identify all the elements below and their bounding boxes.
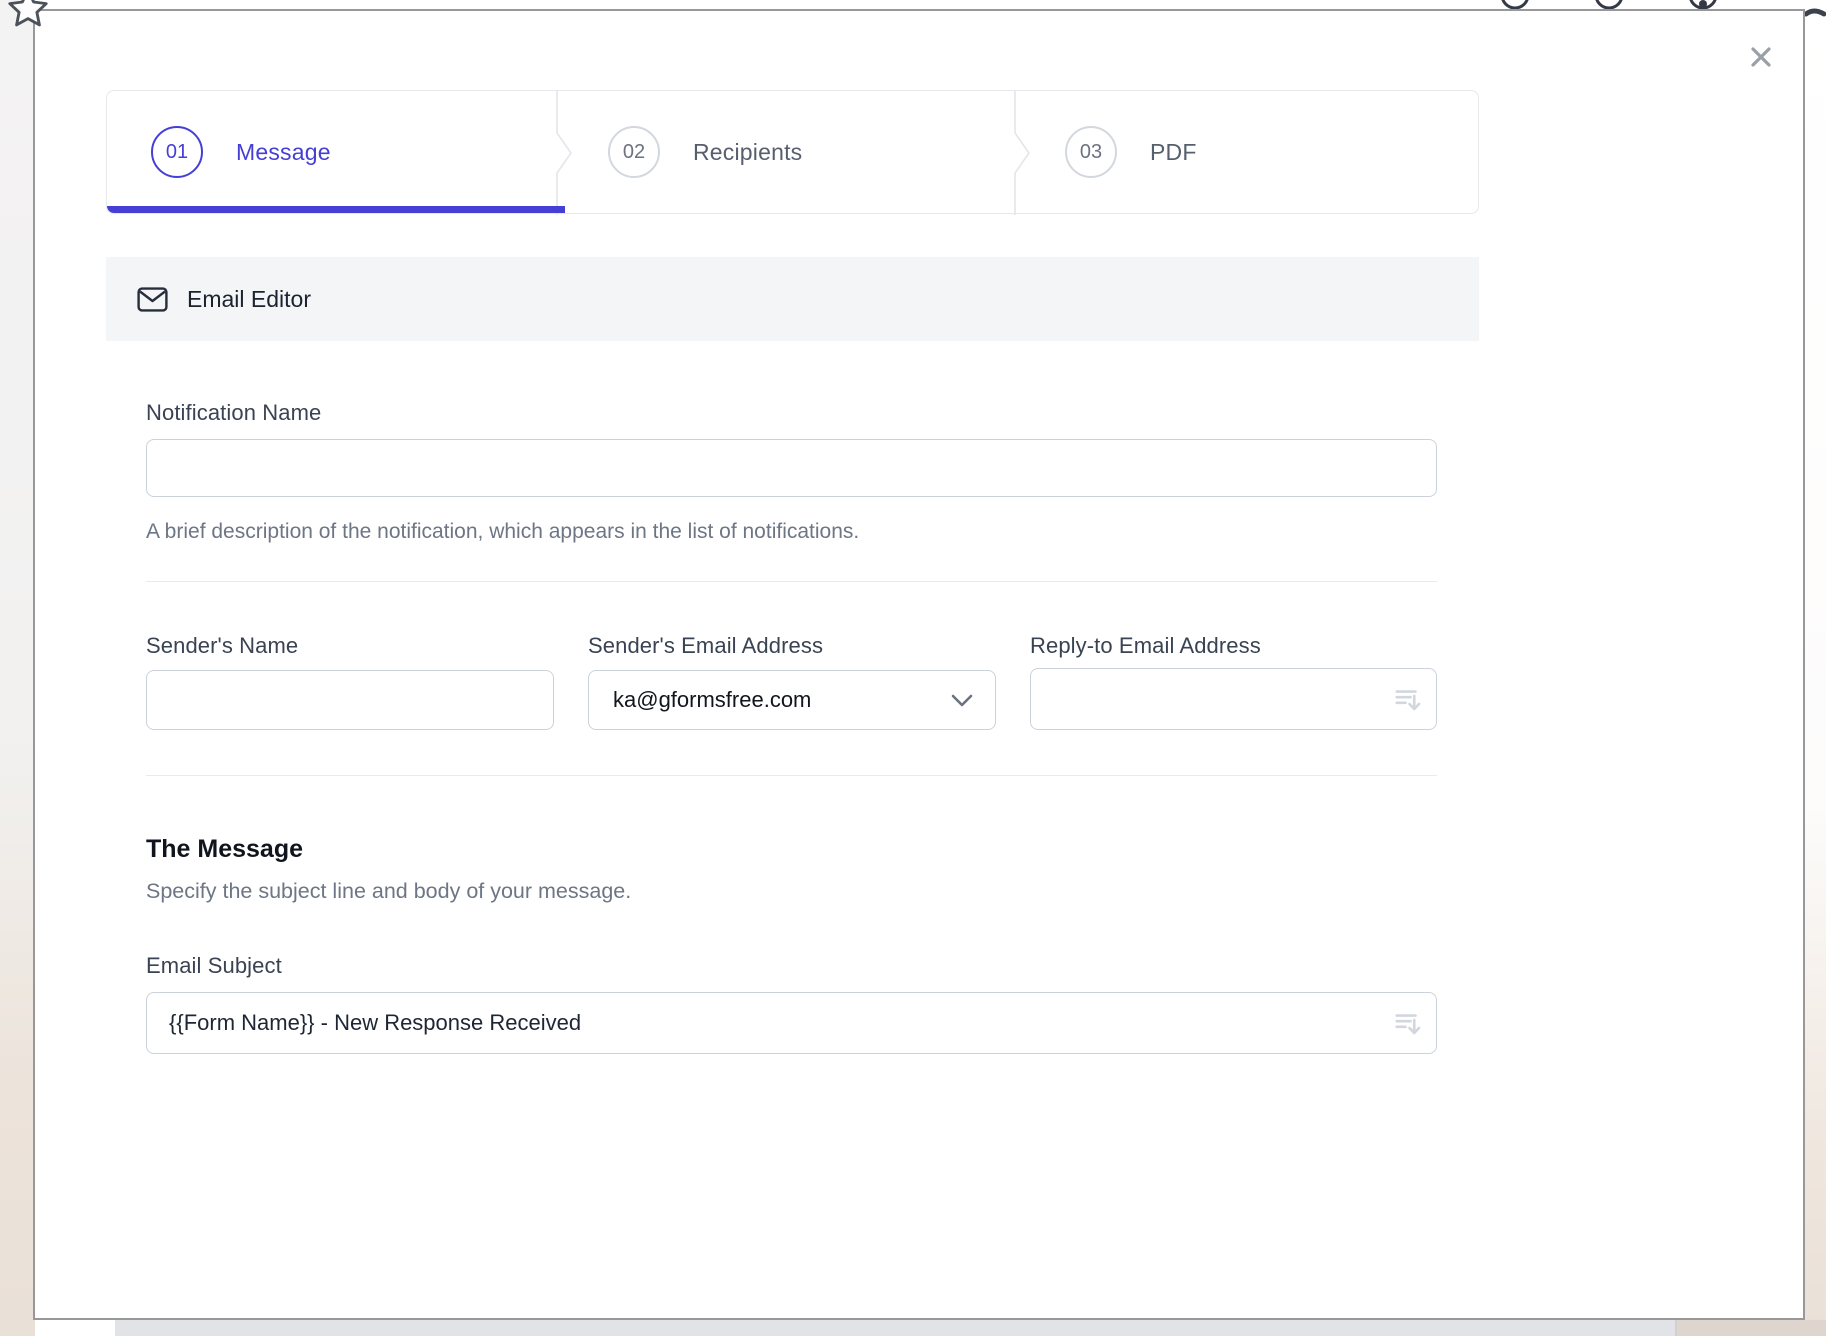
- close-button[interactable]: [1741, 37, 1781, 77]
- step-number-badge: 01: [151, 126, 203, 178]
- email-editor-header: Email Editor: [106, 257, 1479, 341]
- tab-message[interactable]: 01 Message: [107, 91, 564, 213]
- divider: [146, 581, 1437, 582]
- notification-name-hint: A brief description of the notification,…: [146, 520, 859, 544]
- email-notification-modal: 01 Message 02 Recipients 03 PDF: [33, 9, 1805, 1320]
- envelope-icon: [137, 287, 168, 312]
- step-number-badge: 03: [1065, 126, 1117, 178]
- step-label: PDF: [1150, 139, 1197, 166]
- sender-name-input[interactable]: [146, 670, 554, 730]
- message-section-title: The Message: [146, 835, 303, 864]
- message-section-subtitle: Specify the subject line and body of you…: [146, 879, 631, 904]
- tab-pdf[interactable]: 03 PDF: [1021, 91, 1478, 213]
- page-background-right: [1805, 0, 1826, 1336]
- sender-email-value: ka@gformsfree.com: [613, 687, 811, 713]
- notification-name-label: Notification Name: [146, 400, 321, 426]
- email-subject-input[interactable]: [146, 992, 1437, 1054]
- tab-separator-chevron: [1014, 91, 1032, 215]
- reply-to-label: Reply-to Email Address: [1030, 633, 1261, 659]
- tab-recipients[interactable]: 02 Recipients: [564, 91, 1021, 213]
- email-subject-field: [146, 992, 1437, 1054]
- step-label: Recipients: [693, 139, 802, 166]
- sender-email-select[interactable]: ka@gformsfree.com: [588, 670, 996, 730]
- sender-name-label: Sender's Name: [146, 633, 298, 659]
- screenshot-root: { "steps": [ { "number": "01", "label": …: [0, 0, 1826, 1336]
- page-background-left: [0, 0, 35, 1336]
- divider: [146, 775, 1437, 776]
- desktop-edge: [1675, 1320, 1826, 1336]
- reply-to-input[interactable]: [1030, 668, 1437, 730]
- tab-separator-chevron: [556, 91, 574, 215]
- chevron-down-icon: [951, 694, 973, 707]
- reply-to-field: [1030, 668, 1437, 730]
- email-subject-label: Email Subject: [146, 953, 282, 979]
- notification-name-input[interactable]: [146, 439, 1437, 497]
- bookmark-star-icon[interactable]: [5, 0, 51, 32]
- step-label: Message: [236, 139, 331, 166]
- active-tab-indicator: [107, 206, 565, 213]
- section-title: Email Editor: [187, 286, 311, 313]
- page-background-bottom: [115, 1320, 1675, 1336]
- step-tabs: 01 Message 02 Recipients 03 PDF: [106, 90, 1479, 214]
- sender-email-label: Sender's Email Address: [588, 633, 823, 659]
- close-icon: [1749, 45, 1773, 69]
- step-number-badge: 02: [608, 126, 660, 178]
